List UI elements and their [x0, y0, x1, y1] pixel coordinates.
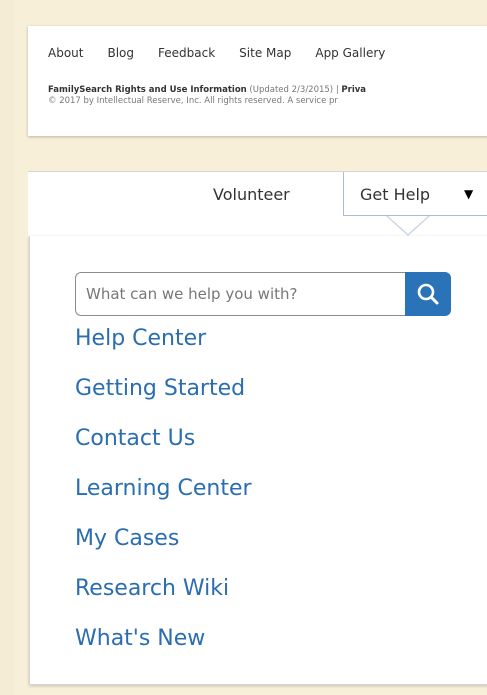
footer-link-site-map[interactable]: Site Map: [239, 46, 291, 60]
menu-item-learning-center: Learning Center: [75, 476, 252, 526]
copyright-text: © 2017 by Intellectual Reserve, Inc. All…: [48, 96, 338, 106]
learning-center-link[interactable]: Learning Center: [75, 476, 252, 502]
help-dropdown: Help Center Getting Started Contact Us L…: [29, 236, 487, 685]
page-margin: [0, 0, 14, 695]
get-help-label: Get Help: [360, 185, 431, 204]
menu-item-research-wiki: Research Wiki: [75, 576, 252, 626]
footer-link-blog[interactable]: Blog: [107, 46, 134, 60]
help-search: [75, 272, 451, 316]
help-center-link[interactable]: Help Center: [75, 326, 206, 352]
rights-link[interactable]: FamilySearch Rights and Use Information: [48, 85, 247, 95]
menu-item-contact-us: Contact Us: [75, 426, 252, 476]
footer-link-feedback[interactable]: Feedback: [158, 46, 215, 60]
menu-item-help-center: Help Center: [75, 326, 252, 376]
header-bar: Volunteer Get Help ▼: [28, 171, 487, 236]
contact-us-link[interactable]: Contact Us: [75, 426, 195, 452]
whats-new-link[interactable]: What's New: [75, 626, 205, 652]
menu-item-whats-new: What's New: [75, 626, 252, 676]
research-wiki-link[interactable]: Research Wiki: [75, 576, 229, 602]
caret-down-icon: ▼: [464, 187, 474, 201]
footer-link-about[interactable]: About: [48, 46, 83, 60]
volunteer-link[interactable]: Volunteer: [213, 185, 290, 204]
footer-links: About Blog Feedback Site Map App Gallery: [48, 42, 409, 61]
rights-info: FamilySearch Rights and Use Information …: [48, 85, 366, 107]
search-button[interactable]: [405, 272, 451, 316]
getting-started-link[interactable]: Getting Started: [75, 376, 245, 402]
rights-updated: (Updated 2/3/2015) |: [246, 85, 342, 95]
search-icon: [417, 283, 439, 305]
menu-item-my-cases: My Cases: [75, 526, 252, 576]
site-footer: About Blog Feedback Site Map App Gallery Fam…: [28, 26, 487, 136]
footer-link-app-gallery[interactable]: App Gallery: [315, 46, 385, 60]
help-search-input[interactable]: [75, 272, 406, 316]
get-help-button[interactable]: Get Help ▼: [343, 172, 487, 216]
menu-item-getting-started: Getting Started: [75, 376, 252, 426]
privacy-link[interactable]: Priva: [341, 85, 366, 95]
help-menu: Help Center Getting Started Contact Us L…: [75, 326, 252, 676]
dropdown-pointer-fill: [388, 216, 428, 234]
my-cases-link[interactable]: My Cases: [75, 526, 179, 552]
